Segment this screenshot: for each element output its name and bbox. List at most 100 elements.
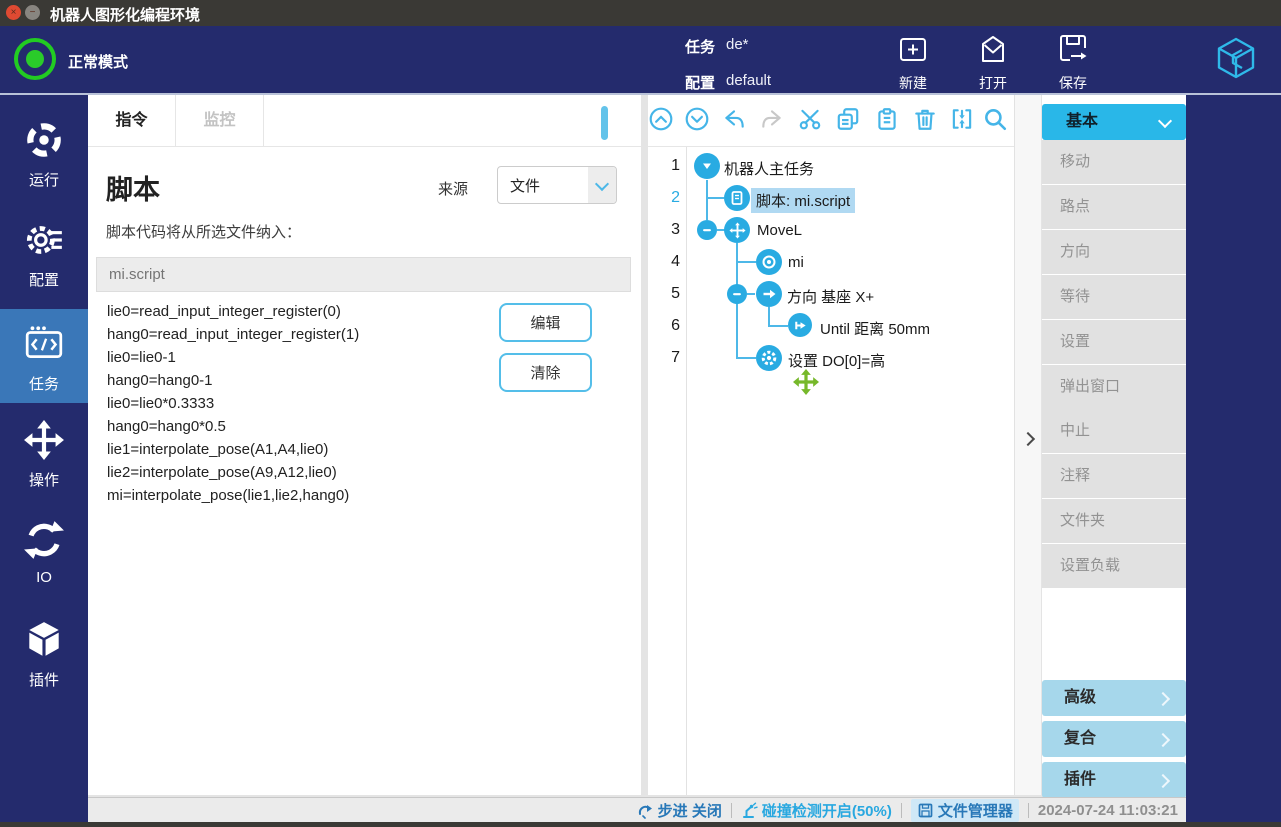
command-item-payload[interactable]: 设置负载: [1042, 544, 1186, 588]
command-item-popup[interactable]: 弹出窗口: [1042, 365, 1186, 409]
code-line: mi=interpolate_pose(lie1,lie2,hang0): [107, 484, 359, 507]
waypoint-node-icon[interactable]: [756, 249, 782, 275]
code-line: lie0=lie0-1: [107, 346, 359, 369]
tab-monitor[interactable]: 监控: [176, 95, 264, 147]
script-code-block: lie0=read_input_integer_register(0) hang…: [107, 300, 359, 507]
edit-button[interactable]: 编辑: [499, 303, 592, 342]
tree-row-until[interactable]: Until 距离 50mm: [820, 318, 930, 339]
command-group-advanced[interactable]: 高级: [1042, 680, 1186, 716]
code-line: lie1=interpolate_pose(A1,A4,lie0): [107, 438, 359, 461]
sidebar-item-run[interactable]: 运行: [0, 113, 88, 197]
script-file-input[interactable]: [96, 257, 631, 292]
search-icon[interactable]: [982, 106, 1008, 132]
tree-row-script[interactable]: 脚本: mi.script: [751, 188, 855, 213]
mode-indicator-icon: [14, 38, 56, 80]
source-select[interactable]: 文件: [497, 166, 617, 204]
open-task-button[interactable]: 打开: [958, 32, 1028, 90]
collapse-minus-icon[interactable]: [727, 284, 747, 304]
tree-row-mi[interactable]: mi: [788, 254, 804, 271]
script-node-icon[interactable]: [724, 185, 750, 211]
chevron-down-icon: [595, 177, 609, 191]
delete-icon[interactable]: [912, 106, 938, 132]
task-value: de*: [726, 36, 749, 53]
code-line: lie2=interpolate_pose(A9,A12,lie0): [107, 461, 359, 484]
window-bottom-edge: [0, 822, 1281, 827]
title-bar: × − 机器人图形化编程环境: [0, 0, 1281, 26]
chevron-right-icon: [1156, 733, 1170, 747]
command-item-set[interactable]: 设置: [1042, 320, 1186, 364]
insert-icon[interactable]: [949, 106, 975, 132]
tree-connector: [736, 261, 756, 263]
new-task-button[interactable]: 新建: [878, 32, 948, 90]
panel-expander[interactable]: [1014, 95, 1041, 795]
command-item-wait[interactable]: 等待: [1042, 275, 1186, 319]
instruction-panel: 指令 监控 脚本 来源 文件 脚本代码将从所选文件纳入： lie0=read_i…: [88, 95, 641, 795]
tree-connector: [768, 325, 788, 327]
expand-all-icon[interactable]: [684, 106, 710, 132]
insert-cursor-icon[interactable]: [793, 369, 819, 395]
command-item-direction[interactable]: 方向: [1042, 230, 1186, 274]
code-line: hang0=hang0-1: [107, 369, 359, 392]
until-node-icon[interactable]: [788, 313, 812, 337]
app-window: × − 机器人图形化编程环境 正常模式 任务 de* 配置 default 新建: [0, 0, 1281, 827]
line-number: 1: [656, 157, 680, 175]
brand-logo-icon: [1212, 35, 1260, 83]
command-group-composite[interactable]: 复合: [1042, 721, 1186, 757]
collision-robot-icon: [741, 802, 758, 819]
collapse-minus-icon[interactable]: [697, 220, 717, 240]
script-description: 脚本代码将从所选文件纳入：: [106, 221, 301, 242]
line-number: 5: [656, 285, 680, 303]
tab-instruction[interactable]: 指令: [88, 95, 176, 147]
command-item-abort[interactable]: 中止: [1042, 409, 1186, 453]
undo-icon[interactable]: [721, 106, 747, 132]
tree-row-movel[interactable]: MoveL: [757, 222, 802, 239]
collision-detect-status[interactable]: 碰撞检测开启(50%): [741, 800, 892, 821]
sidebar-item-io[interactable]: IO: [0, 513, 88, 597]
line-number: 6: [656, 317, 680, 335]
line-number: 4: [656, 253, 680, 271]
paste-icon[interactable]: [874, 106, 900, 132]
command-item-waypoint[interactable]: 路点: [1042, 185, 1186, 229]
command-item-move[interactable]: 移动: [1042, 140, 1186, 184]
tree-row-direction[interactable]: 方向 基座 X+: [787, 286, 874, 307]
mode-label: 正常模式: [68, 51, 128, 72]
header-bar: 正常模式 任务 de* 配置 default 新建 打开: [0, 26, 1281, 95]
command-palette: 基本 移动 路点 方向 等待 设置 弹出窗口 中止 注释 文件夹 设置负载 高级…: [1042, 95, 1186, 795]
save-task-button[interactable]: 保存: [1038, 32, 1108, 90]
move-node-icon[interactable]: [724, 217, 750, 243]
collapse-all-icon[interactable]: [648, 106, 674, 132]
line-number: 7: [656, 349, 680, 367]
panel-scrollbar-thumb[interactable]: [601, 106, 608, 140]
step-mode-status[interactable]: 步进 关闭: [637, 800, 722, 821]
direction-node-icon[interactable]: [756, 281, 782, 307]
command-item-folder[interactable]: 文件夹: [1042, 499, 1186, 543]
move-arrows-icon: [23, 419, 65, 461]
minimize-button[interactable]: −: [25, 5, 40, 20]
source-label: 来源: [438, 178, 468, 199]
gutter-divider: [686, 147, 687, 795]
task-label: 任务: [685, 36, 715, 57]
sidebar-item-operate[interactable]: 操作: [0, 413, 88, 497]
file-manager-status[interactable]: 文件管理器: [911, 799, 1019, 822]
command-group-basic[interactable]: 基本: [1042, 104, 1186, 140]
command-item-comment[interactable]: 注释: [1042, 454, 1186, 498]
set-node-icon[interactable]: [756, 345, 782, 371]
tree-connector: [768, 307, 770, 327]
clear-button[interactable]: 清除: [499, 353, 592, 392]
close-button[interactable]: ×: [6, 5, 21, 20]
source-select-value: 文件: [510, 175, 540, 196]
line-number: 3: [656, 221, 680, 239]
code-window-icon: [23, 323, 65, 365]
copy-icon[interactable]: [835, 106, 861, 132]
floppy-icon: [917, 802, 934, 819]
code-line: lie0=lie0*0.3333: [107, 392, 359, 415]
tree-row-set-do[interactable]: 设置 DO[0]=高: [788, 350, 885, 371]
sidebar-item-task[interactable]: 任务: [0, 309, 88, 403]
sidebar-item-config[interactable]: 配置: [0, 213, 88, 297]
command-group-plugin[interactable]: 插件: [1042, 762, 1186, 798]
tree-row-main-task[interactable]: 机器人主任务: [724, 158, 814, 179]
redo-icon[interactable]: [759, 106, 785, 132]
sidebar-item-plugin[interactable]: 插件: [0, 613, 88, 697]
cut-icon[interactable]: [797, 106, 823, 132]
collapse-arrow-icon[interactable]: [694, 153, 720, 179]
